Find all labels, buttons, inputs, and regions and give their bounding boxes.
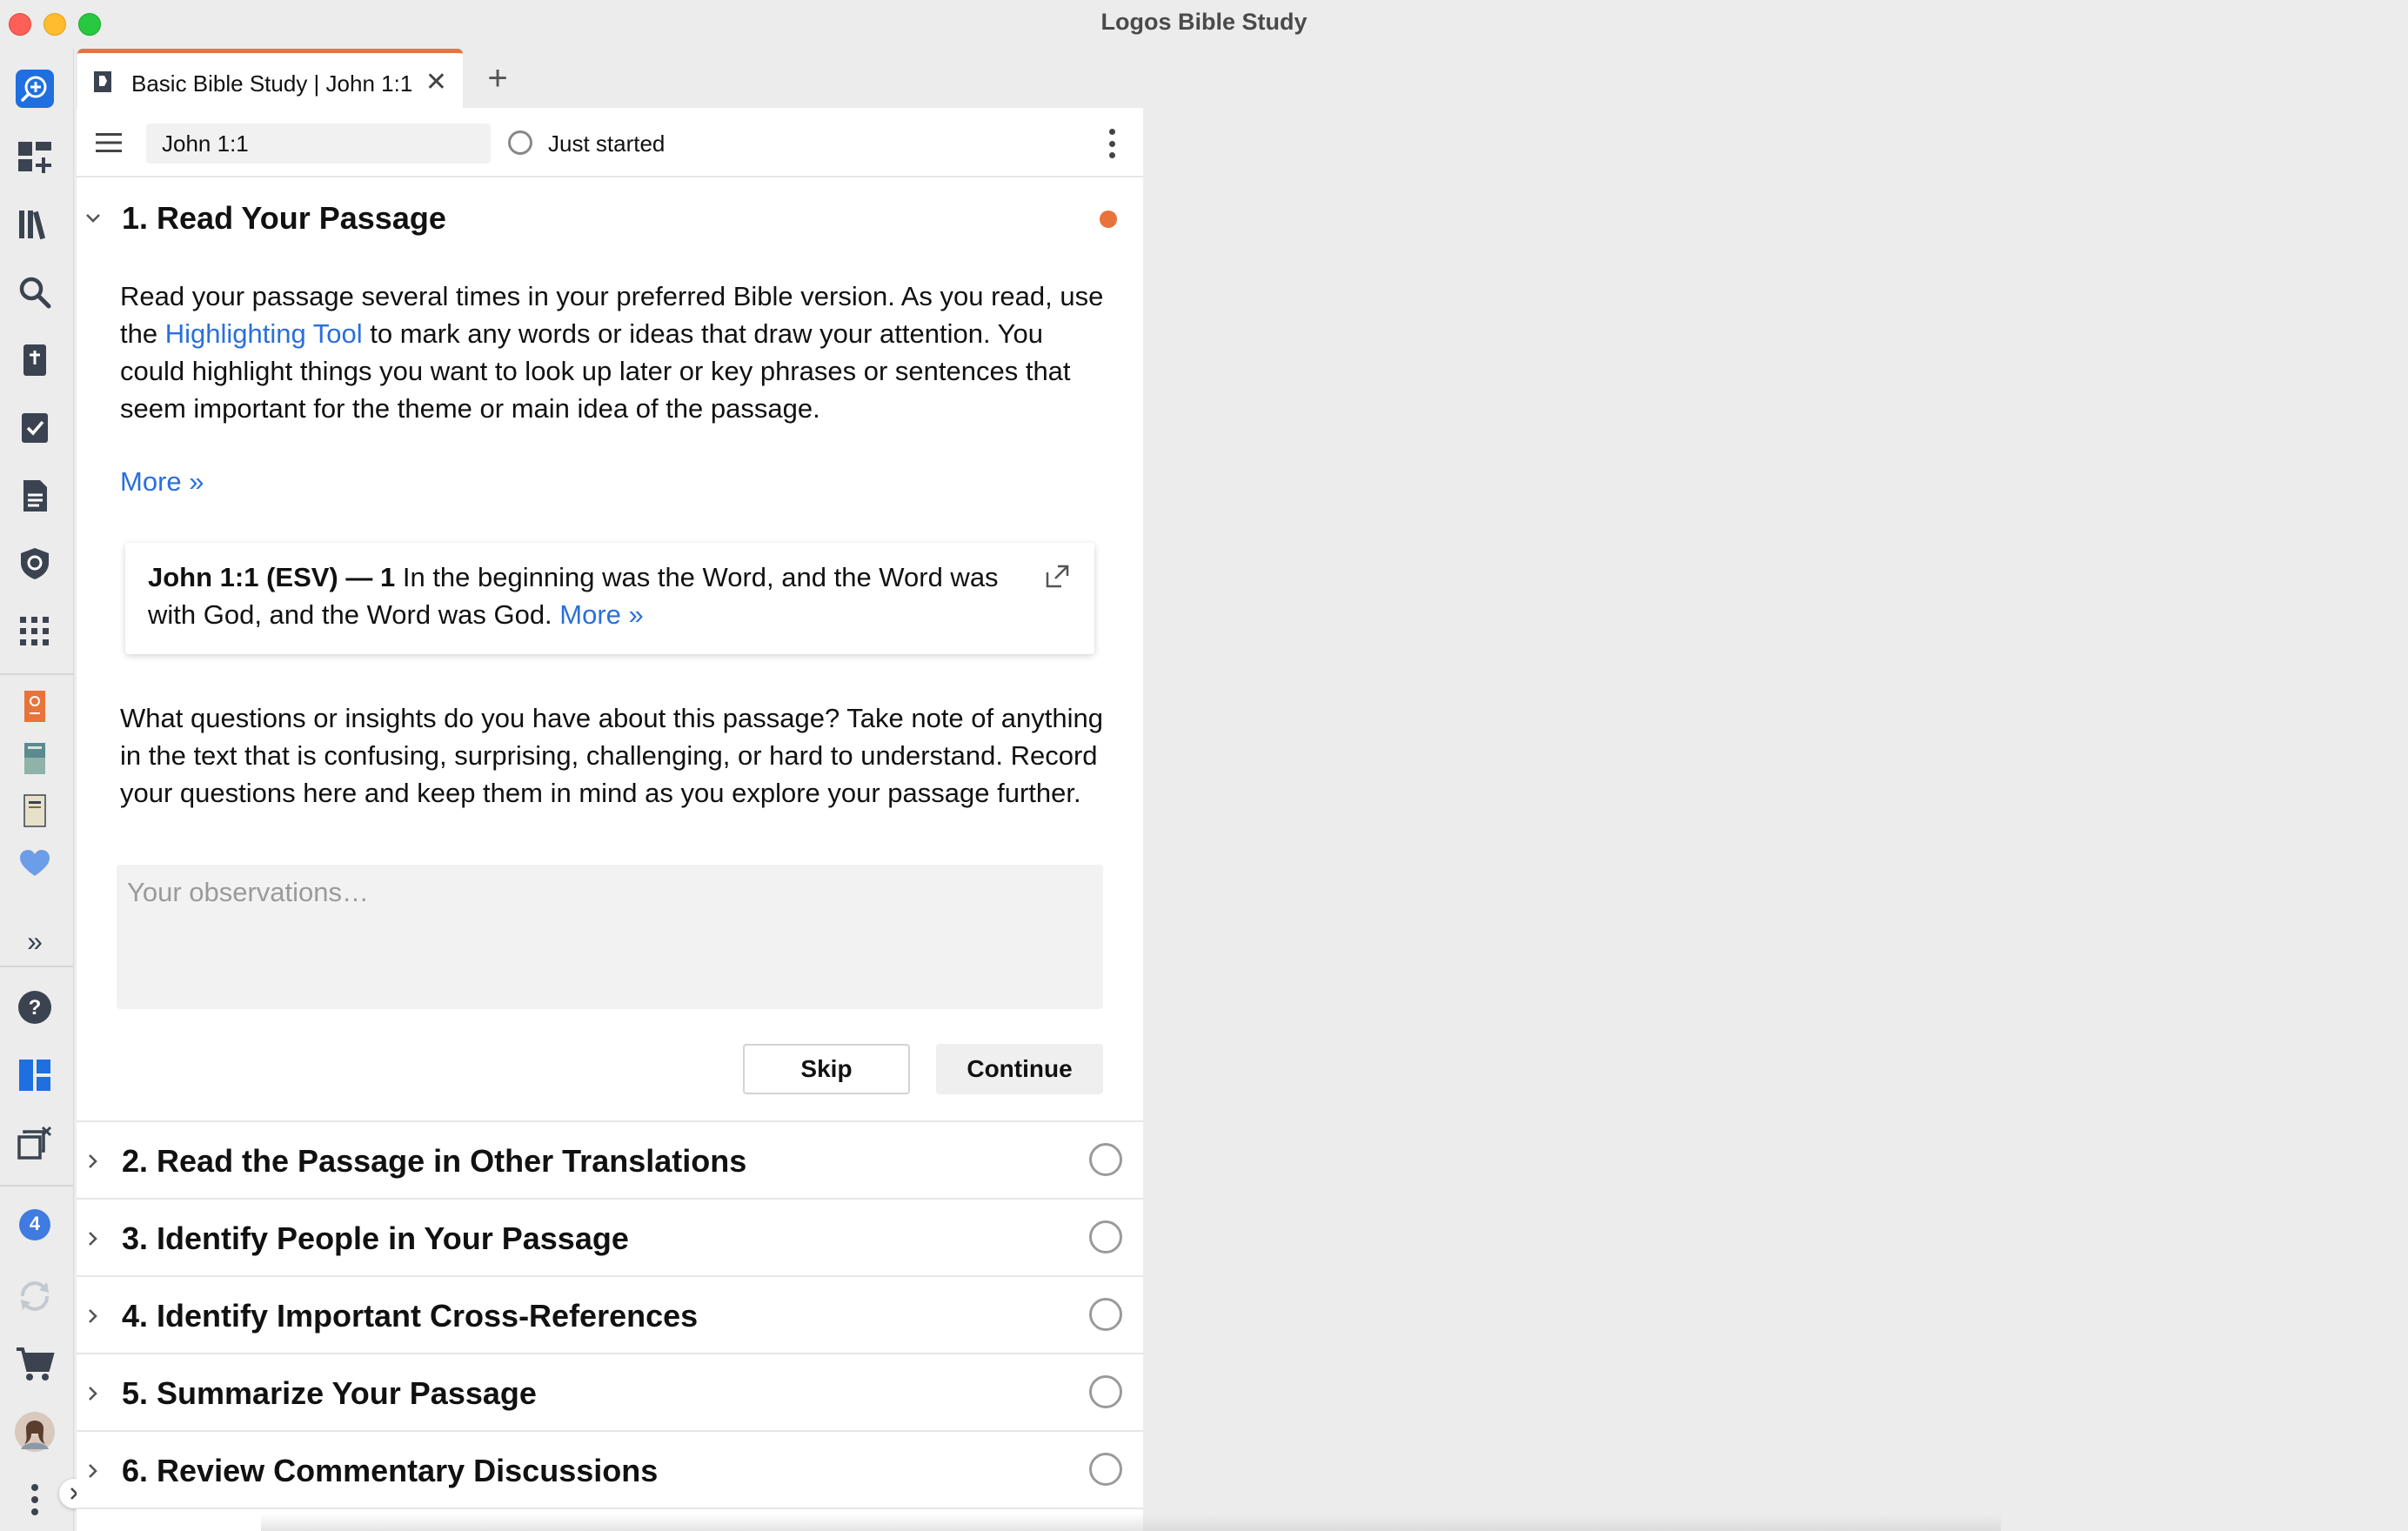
step-row-5[interactable]: 5. Summarize Your Passage <box>77 1353 1143 1430</box>
sidebar-divider <box>0 966 73 967</box>
library-icon[interactable] <box>12 202 57 247</box>
sidebar-divider <box>0 1185 73 1187</box>
step-title: 6. Review Commentary Discussions <box>122 1453 659 1488</box>
panel-toolbar: Just started <box>77 108 1143 177</box>
svg-text:?: ? <box>29 996 42 1020</box>
skip-button[interactable]: Skip <box>743 1044 910 1094</box>
step-row-4[interactable]: 4. Identify Important Cross-References <box>77 1275 1143 1353</box>
guides-checklist-icon[interactable] <box>12 405 57 451</box>
window-title: Logos Bible Study <box>1100 9 1308 35</box>
step-row-3[interactable]: 3. Identify People in Your Passage <box>77 1198 1143 1275</box>
verse-text: John 1:1 (ESV) — 1 In the beginning was … <box>148 558 1000 633</box>
highlighting-tool-link[interactable]: Highlighting Tool <box>165 318 363 349</box>
step-title: 3. Identify People in Your Passage <box>122 1220 629 1256</box>
in-progress-indicator <box>1100 211 1117 228</box>
panel-menu-icon[interactable] <box>1107 129 1117 158</box>
search-icon[interactable] <box>12 270 57 315</box>
chevron-right-icon <box>89 1232 97 1246</box>
apps-grid-icon[interactable] <box>12 609 57 654</box>
left-sidebar: » ? 4 <box>0 49 89 1531</box>
hamburger-menu-icon[interactable] <box>96 132 122 153</box>
verse-card: John 1:1 (ESV) — 1 In the beginning was … <box>125 543 1094 654</box>
step-status-circle[interactable] <box>1089 1453 1122 1486</box>
step-1-more-link[interactable]: More » <box>120 466 204 498</box>
document-icon[interactable] <box>12 473 57 518</box>
chevron-right-icon <box>89 1309 97 1323</box>
bible-study-panel: Just started 1. Read Your Passage Read y… <box>77 108 1143 1531</box>
step-row-6[interactable]: 6. Review Commentary Discussions <box>77 1430 1143 1508</box>
step-1-intro: Read your passage several times in your … <box>120 277 1112 427</box>
steps-list: 2. Read the Passage in Other Translation… <box>77 1120 1143 1531</box>
bible-icon[interactable] <box>12 338 57 383</box>
chevron-right-icon <box>89 1154 97 1168</box>
observations-field[interactable] <box>117 865 1103 1009</box>
continue-button[interactable]: Continue <box>936 1044 1103 1094</box>
chevron-right-icon <box>89 1464 97 1478</box>
window-titlebar: Logos Bible Study <box>0 0 2408 49</box>
chevron-down-icon <box>86 214 100 223</box>
sync-icon[interactable] <box>12 1274 57 1319</box>
user-avatar[interactable] <box>12 1409 57 1454</box>
tab-label: Basic Bible Study | John 1:1 <box>131 70 413 97</box>
verse-reference[interactable]: John 1:1 (ESV) — 1 <box>148 562 395 592</box>
dashboard-icon[interactable] <box>12 1053 57 1098</box>
step-row-2[interactable]: 2. Read the Passage in Other Translation… <box>77 1120 1143 1198</box>
status-label[interactable]: Just started <box>548 130 665 157</box>
more-options-icon[interactable] <box>12 1477 57 1522</box>
sidebar-expand-icon[interactable]: » <box>12 919 57 964</box>
help-icon[interactable]: ? <box>12 985 57 1030</box>
favorites-heart-icon[interactable] <box>12 840 57 886</box>
step-status-circle[interactable] <box>1089 1220 1122 1254</box>
notifications-count: 4 <box>29 1213 41 1234</box>
chevron-right-icon <box>89 1387 97 1401</box>
sidebar-expand-label: » <box>27 925 43 957</box>
add-tab-button[interactable]: + <box>480 59 515 97</box>
step-status-circle[interactable] <box>1089 1298 1122 1331</box>
bottom-shadow <box>261 1514 2001 1531</box>
search-home-icon[interactable] <box>12 66 57 111</box>
step-status-circle[interactable] <box>1089 1143 1122 1176</box>
close-tab-icon[interactable]: ✕ <box>425 67 447 97</box>
open-in-panel-icon[interactable] <box>1044 562 1072 590</box>
shield-icon[interactable] <box>12 541 57 586</box>
step-status-circle[interactable] <box>1089 1375 1122 1408</box>
cart-icon[interactable] <box>12 1341 57 1387</box>
step-title: 4. Identify Important Cross-References <box>122 1298 699 1334</box>
passage-reference-input[interactable] <box>146 124 491 164</box>
guide-tab-icon <box>94 71 111 92</box>
step-1-question: What questions or insights do you have a… <box>120 703 1103 808</box>
step-title: 5. Summarize Your Passage <box>122 1375 537 1411</box>
status-radio[interactable] <box>508 130 532 155</box>
step-1-title: 1. Read Your Passage <box>122 200 446 236</box>
layouts-icon[interactable] <box>12 134 57 179</box>
tab-basic-bible-study[interactable]: Basic Bible Study | John 1:1 ✕ <box>77 49 463 108</box>
sidebar-divider <box>0 673 73 675</box>
step-1-header[interactable]: 1. Read Your Passage <box>77 191 1143 244</box>
book-cover-light-icon[interactable] <box>12 788 57 833</box>
verse-more-link[interactable]: More » <box>559 599 643 630</box>
book-cover-orange-icon[interactable] <box>12 684 57 729</box>
notifications-badge-icon[interactable]: 4 <box>12 1202 57 1247</box>
book-cover-teal-icon[interactable] <box>12 736 57 781</box>
close-panels-icon[interactable] <box>12 1120 57 1166</box>
step-title: 2. Read the Passage in Other Translation… <box>122 1143 747 1179</box>
